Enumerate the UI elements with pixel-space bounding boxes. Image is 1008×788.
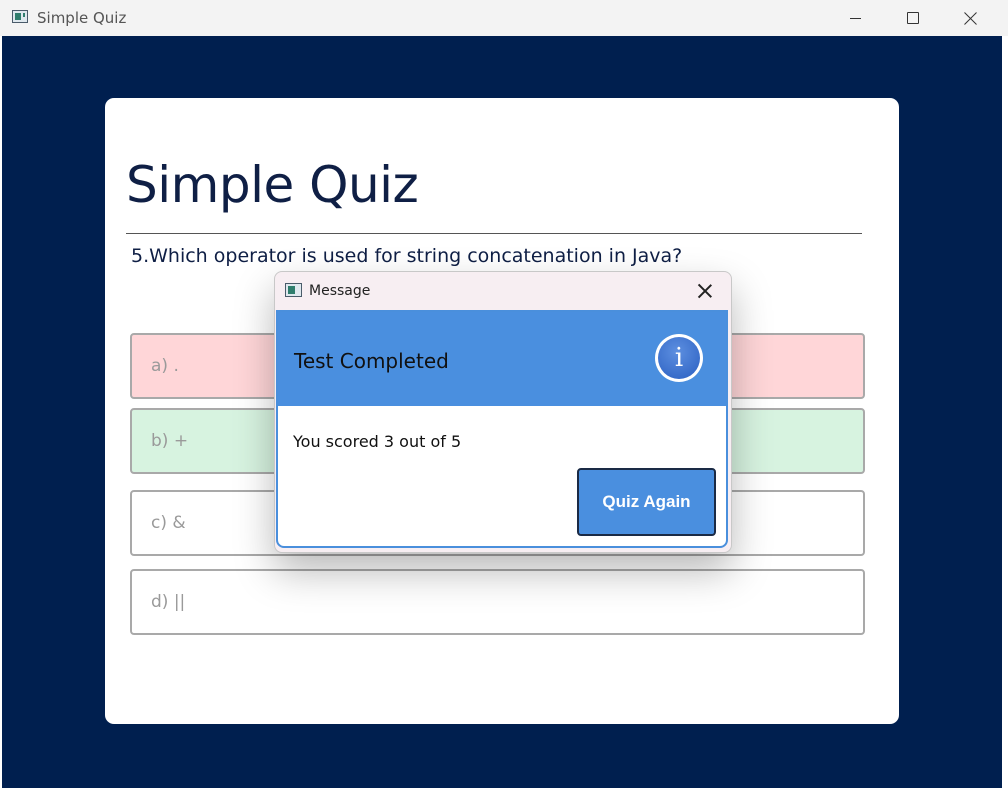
message-dialog: Message Test Completed i You scored 3 ou… xyxy=(274,271,732,553)
maximize-icon xyxy=(907,12,919,24)
dialog-app-icon xyxy=(285,283,302,297)
title-divider xyxy=(126,233,862,234)
close-window-button[interactable] xyxy=(942,0,1000,36)
dialog-titlebar[interactable]: Message xyxy=(275,272,731,310)
dialog-close-button[interactable] xyxy=(695,281,715,301)
dialog-body: Test Completed i You scored 3 out of 5 Q… xyxy=(276,310,728,548)
maximize-button[interactable] xyxy=(884,0,942,36)
minimize-icon xyxy=(849,17,861,19)
app-window: Simple Quiz Simple Quiz 5.Which operator… xyxy=(0,0,1008,788)
window-title: Simple Quiz xyxy=(37,9,127,27)
option-c-label: c) & xyxy=(151,513,186,533)
page-title: Simple Quiz xyxy=(126,156,419,214)
app-icon xyxy=(12,10,28,23)
option-b-label: b) + xyxy=(151,431,189,451)
score-message: You scored 3 out of 5 xyxy=(293,432,462,451)
option-d-button[interactable]: d) || xyxy=(130,569,865,635)
option-d-label: d) || xyxy=(151,592,186,612)
dialog-header: Test Completed i xyxy=(278,312,726,406)
minimize-button[interactable] xyxy=(826,0,884,36)
quiz-again-button[interactable]: Quiz Again xyxy=(577,468,716,536)
window-titlebar[interactable]: Simple Quiz xyxy=(0,0,1008,36)
close-icon xyxy=(964,11,978,25)
option-a-label: a) . xyxy=(151,356,179,376)
info-icon-glyph: i xyxy=(658,337,700,379)
dialog-title: Message xyxy=(309,283,371,299)
info-icon: i xyxy=(655,334,703,382)
question-text: 5.Which operator is used for string conc… xyxy=(131,245,683,267)
dialog-heading: Test Completed xyxy=(294,349,449,373)
